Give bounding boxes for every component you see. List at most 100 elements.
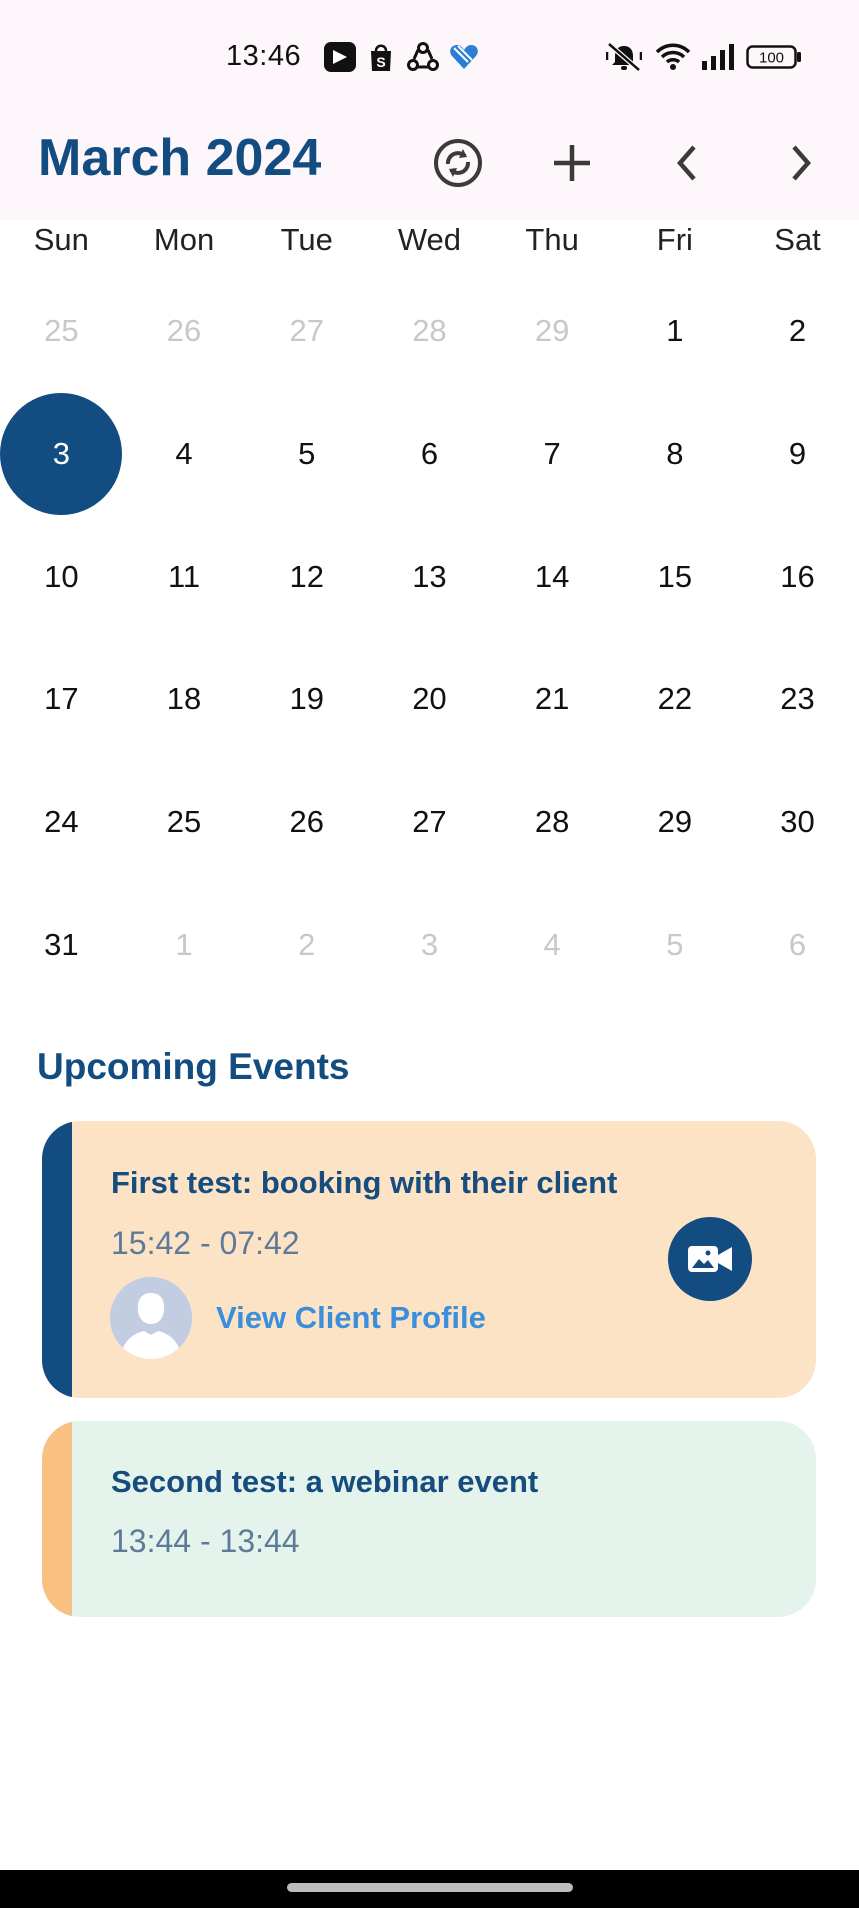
calendar-day-number: 3 [420, 926, 439, 962]
calendar-day[interactable]: 9 [736, 393, 859, 516]
calendar-day-number: 10 [44, 558, 79, 594]
calendar-day[interactable]: 4 [491, 884, 614, 1007]
calendar-day[interactable]: 29 [491, 270, 614, 393]
calendar-day[interactable]: 8 [614, 393, 737, 516]
calendar-day[interactable]: 10 [0, 515, 123, 638]
calendar-day[interactable]: 6 [368, 393, 491, 516]
calendar-day[interactable]: 28 [491, 761, 614, 884]
calendar-day[interactable]: 12 [245, 515, 368, 638]
calendar-day[interactable]: 1 [123, 884, 246, 1007]
calendar-day[interactable]: 15 [614, 515, 737, 638]
previous-month-button[interactable] [656, 132, 718, 194]
calendar-day-number: 2 [788, 313, 807, 349]
calendar-day[interactable]: 18 [123, 638, 246, 761]
calendar-day-number: 4 [543, 926, 561, 962]
calendar-day[interactable]: 31 [0, 884, 123, 1007]
battery-icon: 100 [746, 45, 802, 75]
calendar-day[interactable]: 5 [245, 393, 368, 516]
calendar-day-number: 2 [298, 926, 316, 962]
calendar-day[interactable]: 11 [123, 515, 246, 638]
calendar-day[interactable]: 28 [368, 270, 491, 393]
calendar-day[interactable]: 16 [736, 515, 859, 638]
calendar-day-number: 18 [166, 681, 202, 717]
calendar-day-number: 4 [175, 436, 193, 472]
video-call-button[interactable] [668, 1217, 752, 1301]
calendar-day-number: 28 [534, 804, 570, 840]
calendar-day[interactable]: 17 [0, 638, 123, 761]
calendar-day-number: 13 [412, 558, 447, 594]
calendar-day-number: 23 [780, 681, 815, 717]
event-card[interactable]: Second test: a webinar event 13:44 - 13:… [42, 1421, 816, 1617]
calendar-day-number: 19 [289, 681, 324, 717]
view-client-profile-link[interactable]: View Client Profile [216, 1300, 486, 1336]
calendar-day-number: 31 [44, 926, 79, 962]
calendar-day[interactable]: 27 [245, 270, 368, 393]
calendar-day[interactable]: 14 [491, 515, 614, 638]
calendar-header: March 2024 [0, 110, 859, 220]
calendar-day[interactable]: 19 [245, 638, 368, 761]
calendar-day[interactable]: 7 [491, 393, 614, 516]
calendar-day-number: 26 [166, 313, 202, 349]
calendar-day[interactable]: 2 [245, 884, 368, 1007]
calendar-day-number: 8 [666, 436, 684, 472]
calendar-day[interactable]: 21 [491, 638, 614, 761]
calendar-day[interactable]: 24 [0, 761, 123, 884]
calendar-day-number: 17 [44, 681, 79, 717]
calendar-day[interactable]: 23 [736, 638, 859, 761]
calendar-day-number: 22 [657, 681, 693, 717]
video-camera-icon [688, 1246, 732, 1272]
calendar-screen: 13:46 S 100 March 2024 Sun Mon Tue Wed T… [0, 0, 859, 1908]
calendar-day[interactable]: 13 [368, 515, 491, 638]
weekday-label: Tue [280, 222, 333, 257]
calendar-day[interactable]: 30 [736, 761, 859, 884]
calendar-day-number: 16 [780, 558, 815, 594]
calendar-day-number: 1 [175, 926, 193, 962]
calendar-day[interactable]: 26 [245, 761, 368, 884]
weekday-label: Thu [525, 222, 579, 257]
calendar-day-number: 24 [44, 804, 79, 840]
event-time: 15:42 - 07:42 [111, 1225, 300, 1261]
calendar-day[interactable]: 4 [123, 393, 246, 516]
calendar-day[interactable]: 26 [123, 270, 246, 393]
client-avatar[interactable] [110, 1277, 192, 1359]
calendar-day[interactable]: 3 [368, 884, 491, 1007]
add-icon [554, 145, 590, 181]
month-title: March 2024 [38, 129, 322, 187]
calendar-day-number: 14 [534, 558, 570, 594]
calendar-day-number: 6 [420, 436, 439, 472]
calendar-day[interactable]: 1 [614, 270, 737, 393]
calendar-day-number: 27 [289, 313, 324, 349]
calendar-day[interactable]: 25 [123, 761, 246, 884]
calendar-day-number: 7 [543, 436, 561, 472]
calendar-day-selected[interactable]: 3 [0, 392, 123, 516]
calendar-day[interactable]: 29 [614, 761, 737, 884]
mute-icon [605, 42, 643, 72]
add-event-button[interactable] [541, 132, 603, 194]
system-nav-bar [0, 1870, 859, 1908]
calendar-day[interactable]: 25 [0, 270, 123, 393]
heart-icon [448, 42, 480, 72]
calendar-grid: 25 26 27 28 29 1 2 3 4 5 6 7 8 9 10 11 12 13 14 15 16 17 18 19 2… [0, 270, 859, 1010]
event-color-stripe [42, 1121, 72, 1398]
calendar-day-number: 20 [412, 681, 447, 717]
calendar-day[interactable]: 22 [614, 638, 737, 761]
calendar-day-number: 26 [289, 804, 324, 840]
weekday-row: Sun Mon Tue Wed Thu Fri Sat [0, 222, 859, 272]
next-month-button[interactable] [770, 132, 832, 194]
calendar-day[interactable]: 6 [736, 884, 859, 1007]
event-title: First test: booking with their client [111, 1165, 618, 1200]
calendar-day[interactable]: 27 [368, 761, 491, 884]
calendar-day[interactable]: 20 [368, 638, 491, 761]
calendar-day-number: 21 [534, 681, 570, 717]
status-bar: 13:46 S 100 [0, 0, 859, 110]
calendar-day[interactable]: 5 [614, 884, 737, 1007]
event-card[interactable]: First test: booking with their client 15… [42, 1121, 816, 1398]
home-indicator[interactable] [287, 1883, 573, 1892]
weekday-label: Fri [656, 222, 693, 257]
calendar-day-number: 29 [534, 313, 570, 349]
sync-button[interactable] [427, 132, 489, 194]
calendar-day-number: 3 [52, 436, 70, 472]
calendar-day-number: 29 [657, 804, 693, 840]
calendar-day[interactable]: 2 [736, 270, 859, 393]
event-color-stripe [42, 1421, 72, 1617]
